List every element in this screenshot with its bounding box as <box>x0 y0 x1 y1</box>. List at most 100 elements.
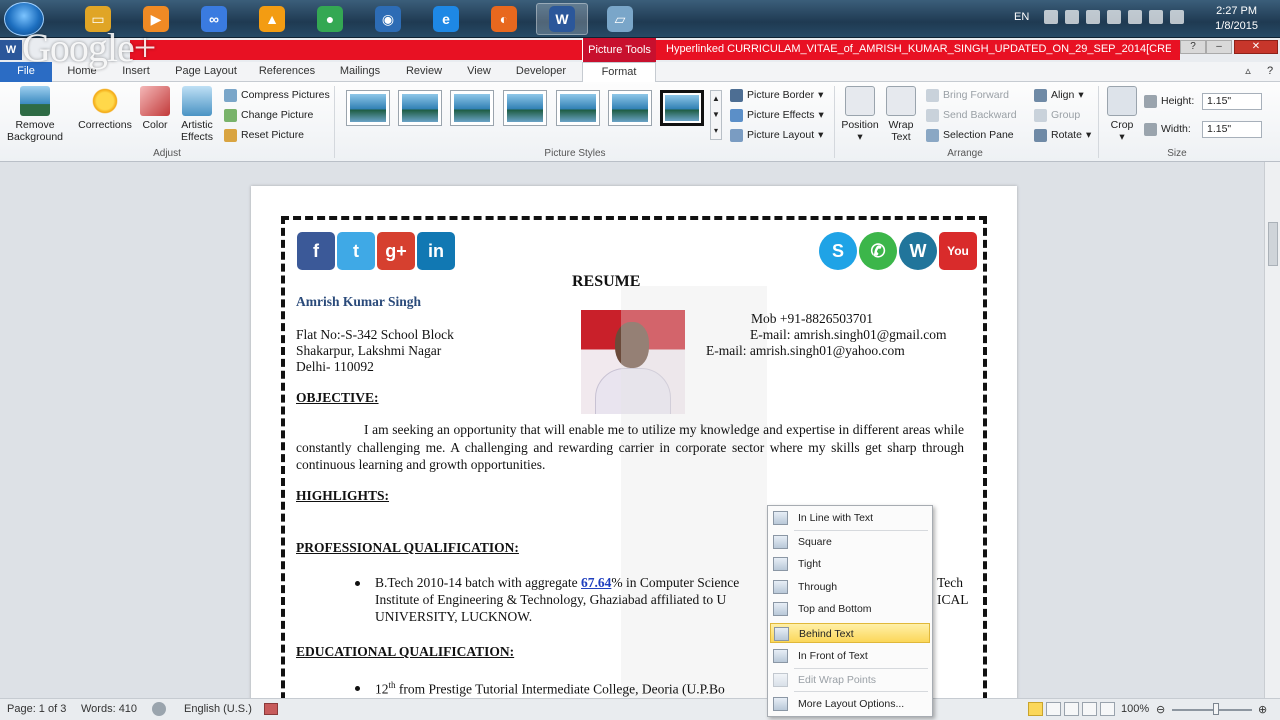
taskbar-infinity-app-button[interactable]: ∞ <box>188 3 240 35</box>
picture-style-4[interactable] <box>503 90 547 126</box>
minimize-button[interactable]: – <box>1206 40 1232 54</box>
language-status[interactable]: English (U.S.) <box>184 703 252 715</box>
help-icon[interactable]: ? <box>1262 62 1278 82</box>
menu-item-square[interactable]: Square <box>770 532 930 552</box>
picture-style-3[interactable] <box>450 90 494 126</box>
picture-style-2[interactable] <box>398 90 442 126</box>
selection-pane-button[interactable]: Selection Pane <box>926 126 1014 144</box>
menu-item-more-layout-options[interactable]: More Layout Options... <box>770 694 930 714</box>
group-button[interactable]: Group <box>1034 106 1080 124</box>
aggregate-link[interactable]: 67.64 <box>581 575 611 590</box>
proofing-icon[interactable] <box>152 702 166 716</box>
security-icon[interactable] <box>1128 10 1142 24</box>
menu-item-in-front-of-text[interactable]: In Front of Text <box>770 646 930 666</box>
taskbar-firefox-button[interactable]: ◐ <box>478 3 530 35</box>
dropdown-arrow-icon: ▾ <box>818 109 824 121</box>
tab-review[interactable]: Review <box>398 62 450 82</box>
zoom-slider[interactable] <box>1172 709 1252 711</box>
picture-layout-button[interactable]: Picture Layout ▾ <box>730 126 823 144</box>
tab-developer[interactable]: Developer <box>510 62 572 82</box>
zoom-slider-thumb[interactable] <box>1213 703 1219 715</box>
taskbar-notepad-button[interactable]: ▱ <box>594 3 646 35</box>
scrollbar-thumb[interactable] <box>1268 222 1278 266</box>
vertical-scrollbar[interactable] <box>1264 162 1280 698</box>
minimize-ribbon-icon[interactable]: ▵ <box>1240 62 1256 82</box>
zoom-out-icon[interactable]: ⊖ <box>1156 703 1165 716</box>
firefox-icon: ◐ <box>491 6 517 32</box>
full-screen-reading-button[interactable] <box>1046 702 1061 716</box>
qualification-line-2: Institute of Engineering & Technology, G… <box>375 592 727 607</box>
change-picture-button[interactable]: Change Picture <box>224 106 313 124</box>
page-count[interactable]: Page: 1 of 3 <box>7 703 66 715</box>
reset-picture-button[interactable]: Reset Picture <box>224 126 304 144</box>
menu-item-in-line-with-text[interactable]: In Line with Text <box>770 508 930 528</box>
zoom-level[interactable]: 100% <box>1121 703 1149 715</box>
print-layout-view-button[interactable] <box>1028 702 1043 716</box>
wrap-text-button[interactable]: Wrap Text <box>884 86 918 143</box>
picture-style-1[interactable] <box>346 90 390 126</box>
zoom-in-icon[interactable]: ⊕ <box>1258 703 1267 716</box>
tab-mailings[interactable]: Mailings <box>332 62 388 82</box>
macro-record-icon[interactable] <box>264 703 278 715</box>
signal-icon[interactable] <box>1149 10 1163 24</box>
google-plus-icon[interactable]: g+ <box>377 232 415 270</box>
send-backward-button[interactable]: Send Backward <box>926 106 1017 124</box>
skype-icon[interactable]: S <box>819 232 857 270</box>
width-input[interactable]: 1.15" <box>1202 121 1262 138</box>
clock[interactable]: 2:27 PM 1/8/2015 <box>1215 4 1258 34</box>
picture-style-6[interactable] <box>608 90 652 126</box>
picture-border-button[interactable]: Picture Border ▾ <box>730 86 823 104</box>
tab-page-layout[interactable]: Page Layout <box>170 62 242 82</box>
tab-references[interactable]: References <box>254 62 320 82</box>
close-button[interactable]: ✕ <box>1234 40 1278 54</box>
bring-forward-button[interactable]: Bring Forward <box>926 86 1009 104</box>
word-app-icon[interactable]: W <box>0 40 22 60</box>
menu-item-through[interactable]: Through <box>770 577 930 597</box>
network-icon[interactable] <box>1086 10 1100 24</box>
menu-separator <box>794 530 928 531</box>
crop-button[interactable]: Crop ▾ <box>1104 86 1140 143</box>
picture-style-5[interactable] <box>556 90 600 126</box>
menu-item-tight[interactable]: Tight <box>770 554 930 574</box>
position-button[interactable]: Position ▾ <box>838 86 882 143</box>
tab-format[interactable]: Format <box>582 62 656 83</box>
taskbar-chrome-button[interactable]: ● <box>304 3 356 35</box>
tab-view[interactable]: View <box>460 62 498 82</box>
picture-effects-button[interactable]: Picture Effects ▾ <box>730 106 824 124</box>
linkedin-icon[interactable]: in <box>417 232 455 270</box>
picture-style-7[interactable] <box>660 90 704 126</box>
google-drive-icon[interactable] <box>1107 10 1121 24</box>
menu-item-top-and-bottom[interactable]: Top and Bottom <box>770 599 930 619</box>
volume-icon[interactable] <box>1170 10 1184 24</box>
draft-view-button[interactable] <box>1100 702 1115 716</box>
language-indicator[interactable]: EN <box>1014 11 1029 23</box>
bluetooth-icon[interactable] <box>1065 10 1079 24</box>
remove-background-button[interactable]: Remove Background <box>4 86 66 143</box>
web-layout-button[interactable] <box>1064 702 1079 716</box>
color-button[interactable]: Color <box>138 86 172 131</box>
align-button[interactable]: Align ▾ <box>1034 86 1084 104</box>
flag-icon[interactable] <box>1044 10 1058 24</box>
word-count[interactable]: Words: 410 <box>81 703 137 715</box>
artistic-effects-button[interactable]: Artistic Effects <box>176 86 218 143</box>
menu-item-behind-text[interactable]: Behind Text <box>770 623 930 643</box>
height-input[interactable]: 1.15" <box>1202 93 1262 110</box>
styles-gallery-scroll[interactable]: ▲ ▼ ▾ <box>710 90 722 140</box>
outline-view-button[interactable] <box>1082 702 1097 716</box>
taskbar-vlc-button[interactable]: ▲ <box>246 3 298 35</box>
email-gmail: E-mail: amrish.singh01@gmail.com <box>750 327 947 342</box>
taskbar-camtasia-button[interactable]: ◉ <box>362 3 414 35</box>
menu-item-edit-wrap-points[interactable]: Edit Wrap Points <box>770 670 930 690</box>
compress-pictures-button[interactable]: Compress Pictures <box>224 86 330 104</box>
taskbar-internet-explorer-button[interactable]: e <box>420 3 472 35</box>
corrections-button[interactable]: Corrections <box>76 86 134 131</box>
facebook-icon[interactable]: f <box>297 232 335 270</box>
help-button[interactable]: ? <box>1180 40 1206 54</box>
whatsapp-icon[interactable]: ✆ <box>859 232 897 270</box>
youtube-icon[interactable]: You <box>939 232 977 270</box>
twitter-icon[interactable]: t <box>337 232 375 270</box>
wordpress-icon[interactable]: W <box>899 232 937 270</box>
chrome-icon: ● <box>317 6 343 32</box>
taskbar-word-button[interactable]: W <box>536 3 588 35</box>
rotate-button[interactable]: Rotate ▾ <box>1034 126 1091 144</box>
